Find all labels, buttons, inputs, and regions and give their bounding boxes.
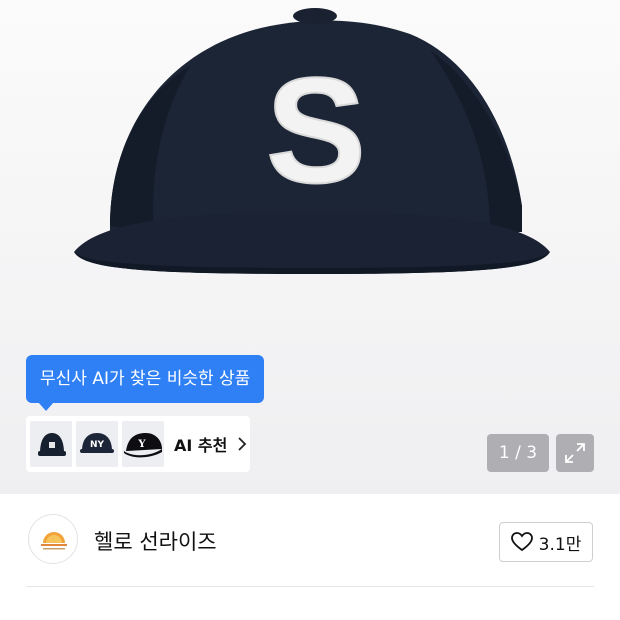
cap-thumbnail-icon [38, 433, 66, 456]
cap-thumbnail-icon: NY [80, 433, 114, 453]
ai-recommend-label: AI 추천 [174, 436, 228, 455]
sunrise-logo-icon [41, 532, 67, 550]
similar-product-thumb-2[interactable]: NY [76, 421, 118, 467]
svg-text:NY: NY [90, 440, 105, 450]
chevron-right-icon [238, 437, 247, 451]
similar-product-thumb-1[interactable] [30, 421, 72, 467]
brand-name[interactable]: 헬로 선라이즈 [94, 526, 217, 556]
image-counter: 1 / 3 [487, 434, 549, 472]
brand-logo[interactable] [28, 514, 78, 564]
ai-recommend-strip[interactable]: NY Y AI 추천 [26, 416, 250, 472]
svg-text:Y: Y [137, 439, 146, 450]
brand-row: 헬로 선라이즈 3.1만 [0, 494, 620, 586]
expand-icon [565, 443, 585, 463]
product-cap-image: S [74, 8, 550, 274]
expand-image-button[interactable] [556, 434, 594, 472]
ai-similar-tooltip[interactable]: 무신사 AI가 찾은 비슷한 상품 [26, 355, 265, 411]
heart-icon [510, 532, 533, 552]
similar-product-thumb-3[interactable]: Y [122, 421, 164, 467]
cap-thumbnail-icon: Y [124, 433, 162, 458]
like-button[interactable]: 3.1만 [499, 522, 593, 562]
divider [26, 586, 594, 587]
cap-letter: S [266, 46, 366, 214]
like-count: 3.1만 [538, 534, 582, 555]
